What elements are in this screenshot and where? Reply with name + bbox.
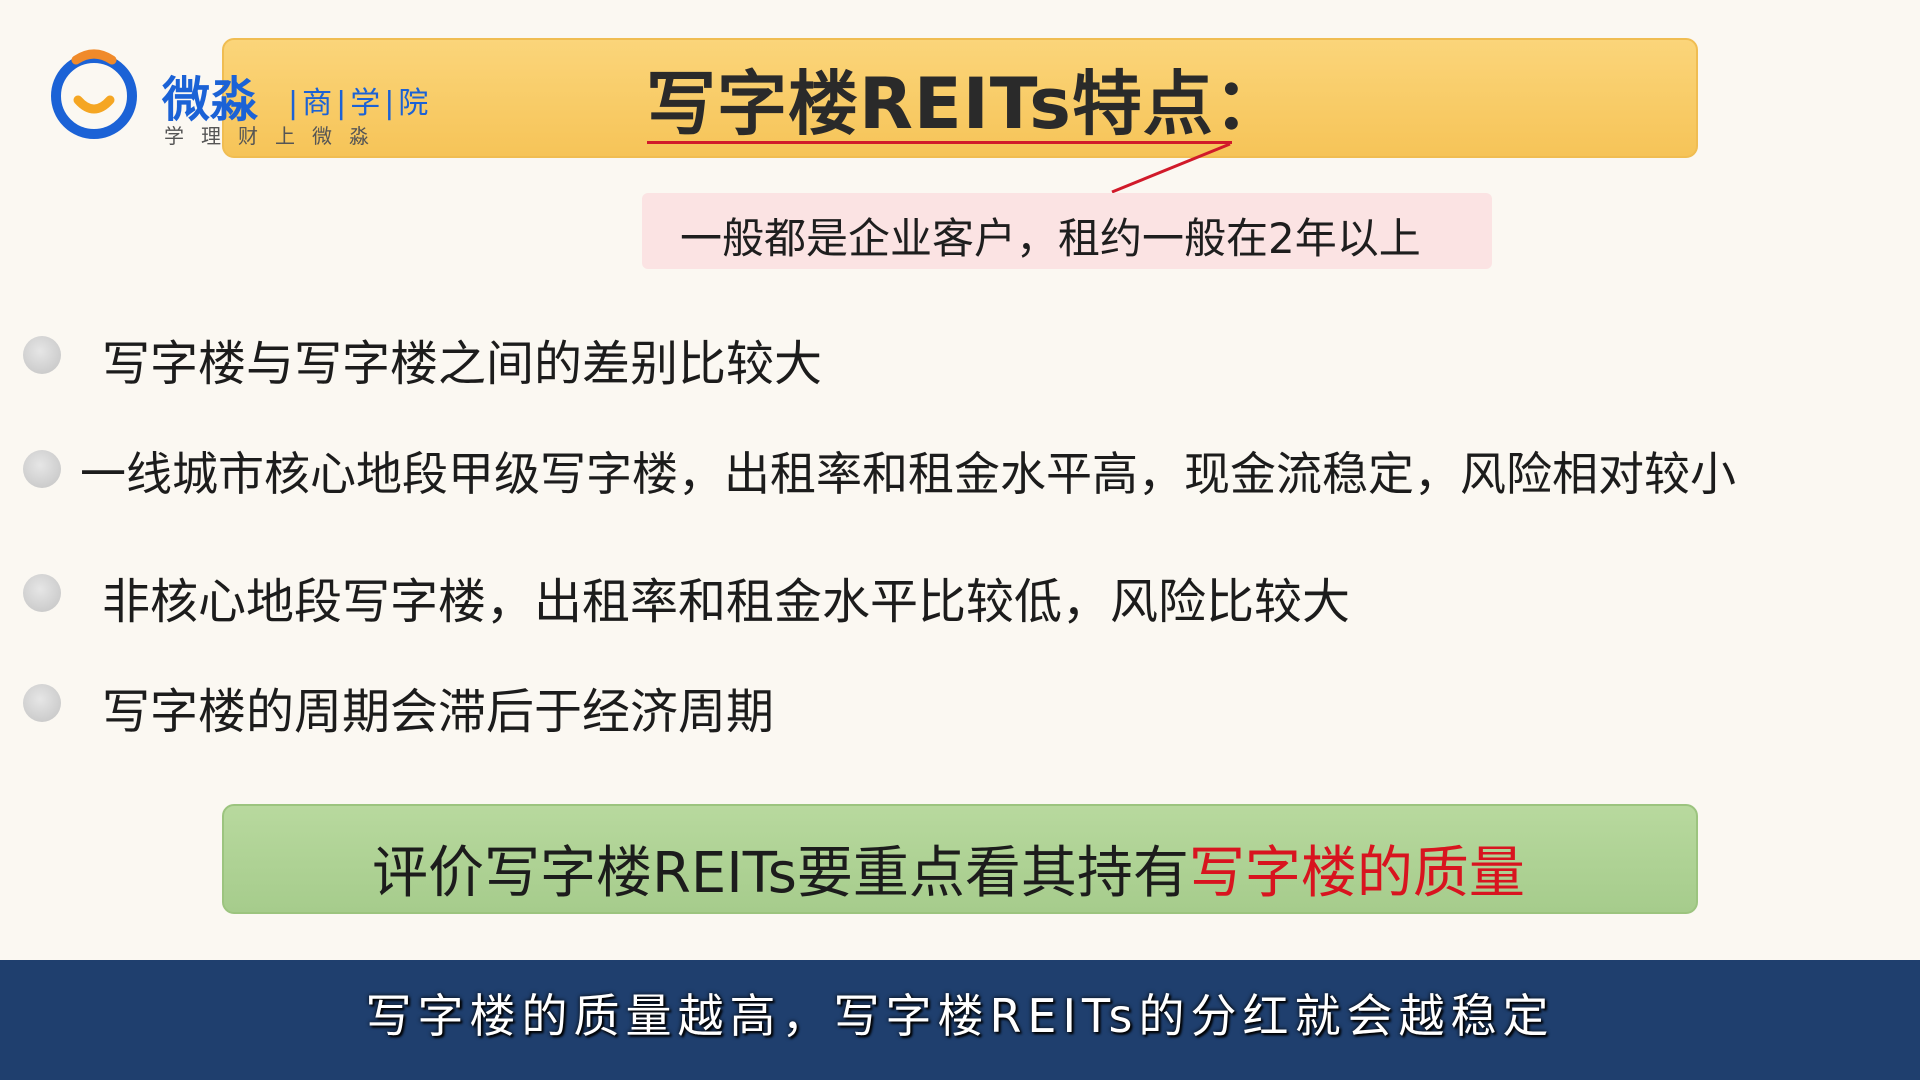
summary-text: 评价写字楼REITs要重点看其持有写字楼的质量 bbox=[372, 828, 1525, 909]
bullet-item: 写字楼与写字楼之间的差别比较大 bbox=[102, 336, 823, 392]
callout-text: 一般都是企业客户，租约一般在2年以上 bbox=[680, 214, 1421, 263]
bullet-dot bbox=[23, 450, 61, 488]
bullet-dot bbox=[23, 574, 61, 612]
summary-prefix: 评价写字楼REITs要重点看其持有 bbox=[372, 841, 1189, 906]
bullet-dot bbox=[23, 684, 61, 722]
bullet-item: 非核心地段写字楼，出租率和租金水平比较低，风险比较大 bbox=[102, 574, 1351, 630]
subtitle-caption: 写字楼的质量越高，写字楼REITs的分红就会越稳定 bbox=[365, 989, 1555, 1043]
bullet-item: 一线城市核心地段甲级写字楼，出租率和租金水平高，现金流稳定，风险相对较小 bbox=[80, 447, 1736, 501]
bullet-item: 写字楼的周期会滞后于经济周期 bbox=[102, 684, 775, 740]
bullet-dot bbox=[23, 336, 61, 374]
summary-highlight: 写字楼的质量 bbox=[1188, 841, 1525, 906]
